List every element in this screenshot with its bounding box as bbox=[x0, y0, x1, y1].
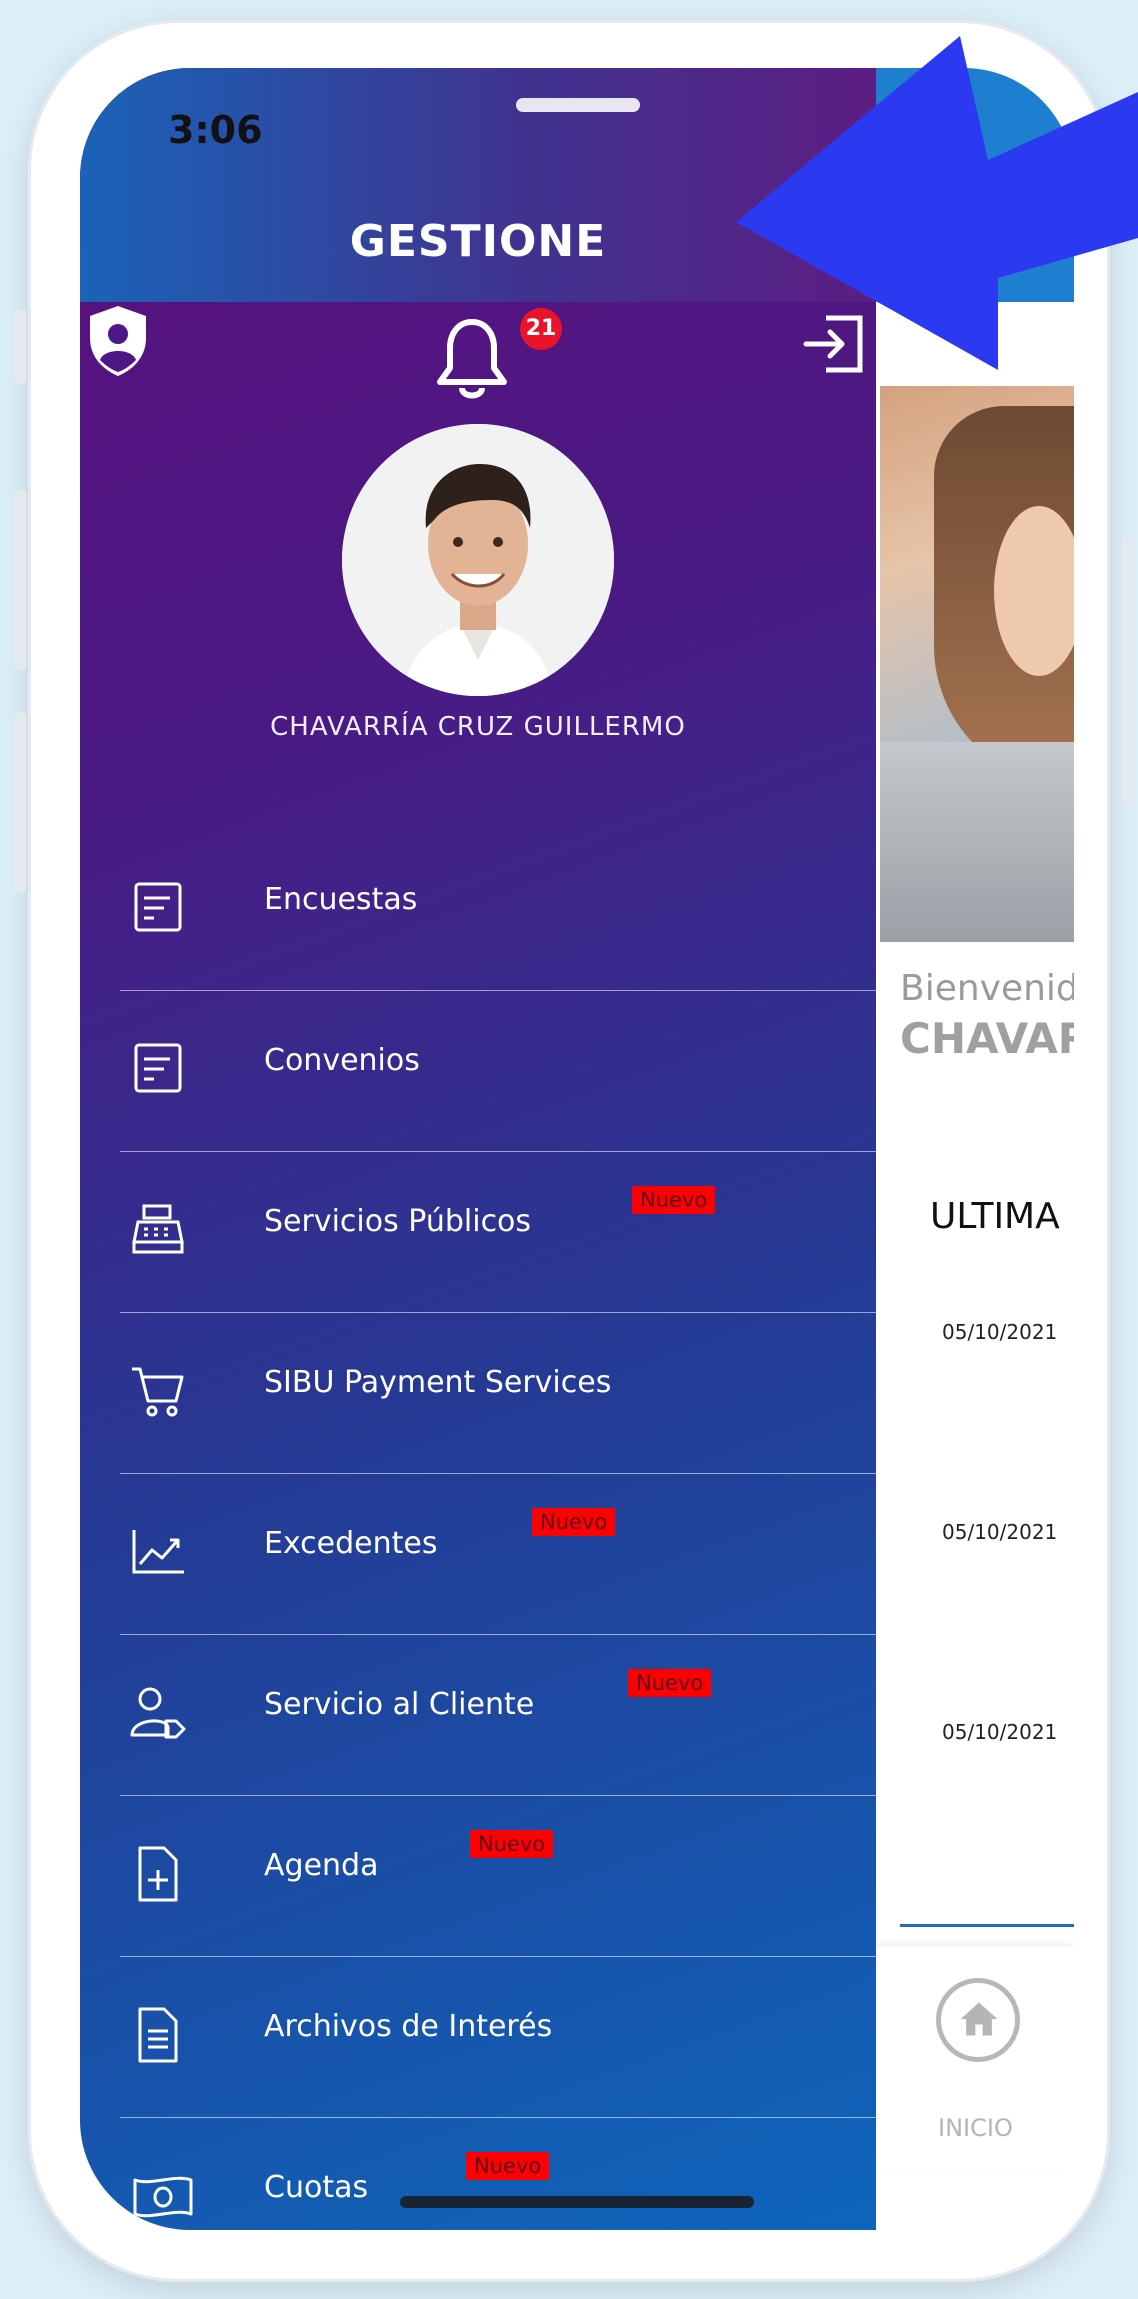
money-icon bbox=[133, 2176, 193, 2218]
file-text-icon bbox=[138, 2007, 178, 2063]
pointer-arrow-icon bbox=[736, 36, 1138, 370]
new-badge: Nuevo bbox=[466, 2152, 550, 2180]
list-item-date[interactable]: 05/10/2021 bbox=[942, 1520, 1057, 1544]
cash-register-icon bbox=[132, 1204, 184, 1254]
trend-chart-icon bbox=[132, 1530, 184, 1574]
menu-item-label: Servicio al Cliente bbox=[264, 1687, 535, 1722]
drawer-menu: Encuestas Convenios Servicios Públicos N… bbox=[120, 830, 876, 2230]
survey-icon bbox=[134, 882, 182, 932]
new-badge: Nuevo bbox=[632, 1186, 716, 1214]
background-app: Bienvenid CHAVAR ULTIMA 05/10/2021 05/10… bbox=[876, 68, 1074, 2230]
menu-item-encuestas[interactable]: Encuestas bbox=[120, 830, 876, 991]
profile-shield-button[interactable] bbox=[86, 304, 150, 382]
menu-item-label: SIBU Payment Services bbox=[264, 1365, 612, 1400]
phone-volume-down bbox=[14, 712, 26, 892]
banner-image bbox=[880, 386, 1074, 942]
welcome-name: CHAVAR bbox=[900, 1014, 1074, 1063]
user-tag-icon bbox=[130, 1687, 186, 1739]
section-title: ULTIMA bbox=[930, 1196, 1060, 1237]
menu-item-label: Servicios Públicos bbox=[264, 1204, 532, 1239]
menu-item-servicio-al-cliente[interactable]: Servicio al Cliente Nuevo bbox=[120, 1635, 876, 1796]
status-time: 3:06 bbox=[168, 108, 263, 152]
phone-power-button bbox=[1122, 536, 1134, 806]
document-icon bbox=[134, 1043, 182, 1093]
menu-item-excedentes[interactable]: Excedentes Nuevo bbox=[120, 1474, 876, 1635]
menu-item-convenios[interactable]: Convenios bbox=[120, 991, 876, 1152]
menu-item-label: Convenios bbox=[264, 1043, 420, 1078]
side-drawer: 3:06 GESTIONE 21 CHAVARRÍA CRUZ GUILLERM… bbox=[80, 68, 876, 2230]
menu-item-agenda[interactable]: Agenda Nuevo bbox=[120, 1796, 876, 1957]
cart-icon bbox=[132, 1367, 184, 1417]
list-item-date[interactable]: 05/10/2021 bbox=[942, 1320, 1057, 1344]
home-label: INICIO bbox=[938, 2114, 1013, 2142]
menu-item-label: Encuestas bbox=[264, 882, 418, 917]
menu-item-label: Cuotas bbox=[264, 2170, 369, 2205]
menu-item-archivos-de-interes[interactable]: Archivos de Interés bbox=[120, 1957, 876, 2118]
home-indicator bbox=[400, 2196, 754, 2208]
menu-item-label: Agenda bbox=[264, 1848, 379, 1883]
file-plus-icon bbox=[138, 1846, 178, 1902]
phone-screen: Bienvenid CHAVAR ULTIMA 05/10/2021 05/10… bbox=[80, 68, 1074, 2230]
menu-item-label: Archivos de Interés bbox=[264, 2009, 553, 2044]
new-badge: Nuevo bbox=[532, 1508, 616, 1536]
home-icon bbox=[960, 2002, 998, 2036]
home-button[interactable] bbox=[936, 1978, 1020, 2062]
menu-item-cuotas[interactable]: Cuotas Nuevo bbox=[120, 2118, 876, 2230]
new-badge: Nuevo bbox=[628, 1669, 712, 1697]
bell-icon bbox=[437, 319, 507, 399]
notification-count-badge: 21 bbox=[520, 308, 562, 350]
menu-item-servicios-publicos[interactable]: Servicios Públicos Nuevo bbox=[120, 1152, 876, 1313]
menu-item-label: Excedentes bbox=[264, 1526, 438, 1561]
avatar[interactable] bbox=[342, 424, 614, 696]
phone-volume-up bbox=[14, 490, 26, 670]
new-badge: Nuevo bbox=[470, 1830, 554, 1858]
welcome-text: Bienvenid bbox=[900, 968, 1074, 1009]
phone-side-button bbox=[14, 310, 26, 384]
user-name: CHAVARRÍA CRUZ GUILLERMO bbox=[270, 712, 686, 742]
user-shield-icon bbox=[90, 306, 146, 376]
divider bbox=[900, 1924, 1074, 1927]
notifications-button[interactable] bbox=[432, 316, 512, 410]
user-photo bbox=[342, 424, 614, 696]
list-item-date[interactable]: 05/10/2021 bbox=[942, 1720, 1057, 1744]
menu-item-sibu-payment-services[interactable]: SIBU Payment Services bbox=[120, 1313, 876, 1474]
drag-handle[interactable] bbox=[516, 98, 640, 112]
